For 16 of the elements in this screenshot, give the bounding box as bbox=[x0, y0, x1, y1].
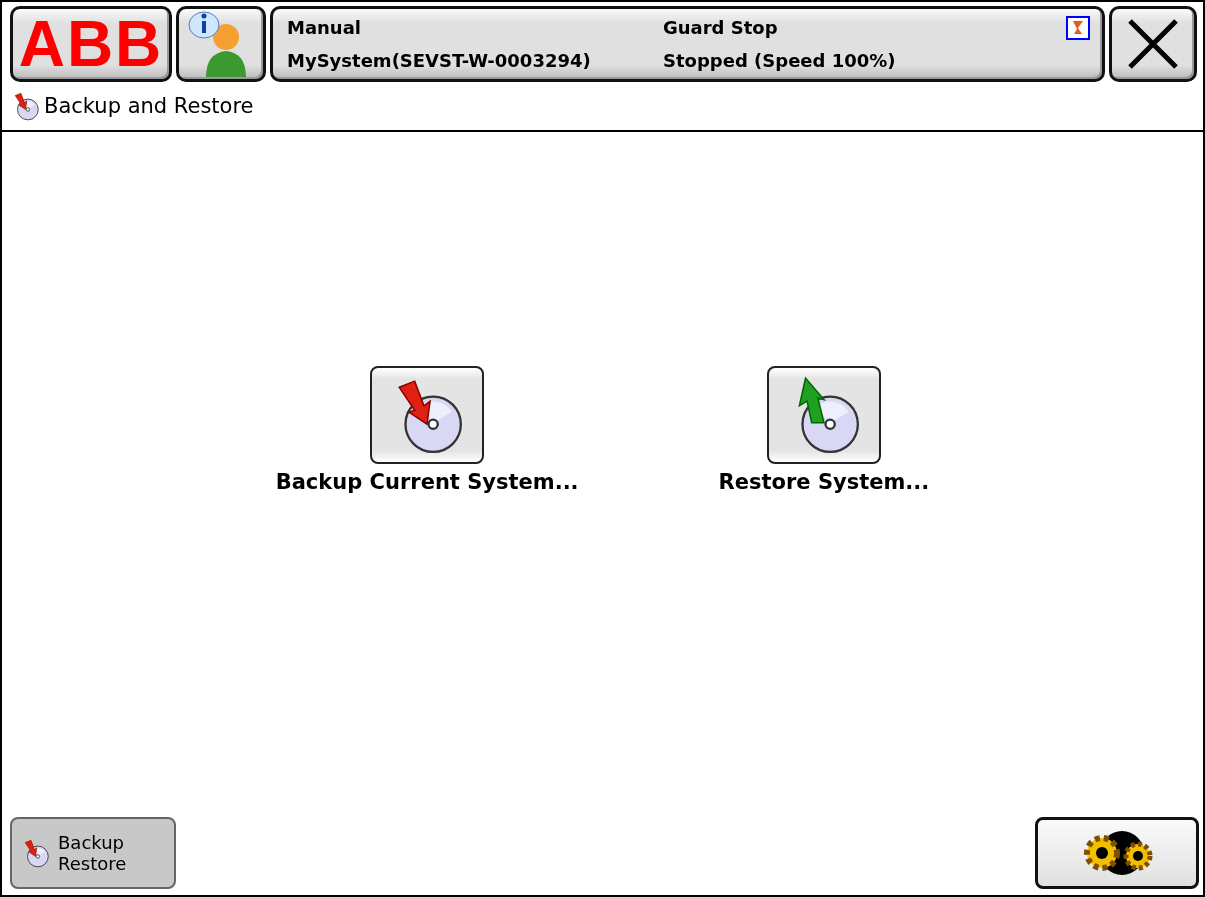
page-title: Backup and Restore bbox=[44, 94, 254, 118]
taskbar-button[interactable]: Backup Restore bbox=[10, 817, 176, 889]
close-button[interactable] bbox=[1109, 6, 1197, 82]
backup-button[interactable] bbox=[370, 365, 485, 464]
robot-status-icon bbox=[1066, 15, 1090, 40]
controller-state: Guard Stop bbox=[663, 17, 779, 38]
status-panel[interactable]: Manual Guard Stop MySystem(SEVST-W-0003294) Stopped (Speed 100%) bbox=[270, 6, 1105, 82]
action-label: Restore System... bbox=[718, 469, 930, 494]
close-icon bbox=[1126, 17, 1180, 71]
system-name: MySystem(SEVST-W-0003294) bbox=[287, 50, 592, 71]
restore-button[interactable] bbox=[766, 365, 881, 464]
program-state: Stopped (Speed 100%) bbox=[663, 50, 897, 71]
operating-mode: Manual bbox=[287, 17, 362, 38]
action-label: Backup Current System... bbox=[275, 469, 579, 494]
info-button[interactable] bbox=[176, 6, 266, 82]
settings-button[interactable] bbox=[1035, 817, 1199, 889]
